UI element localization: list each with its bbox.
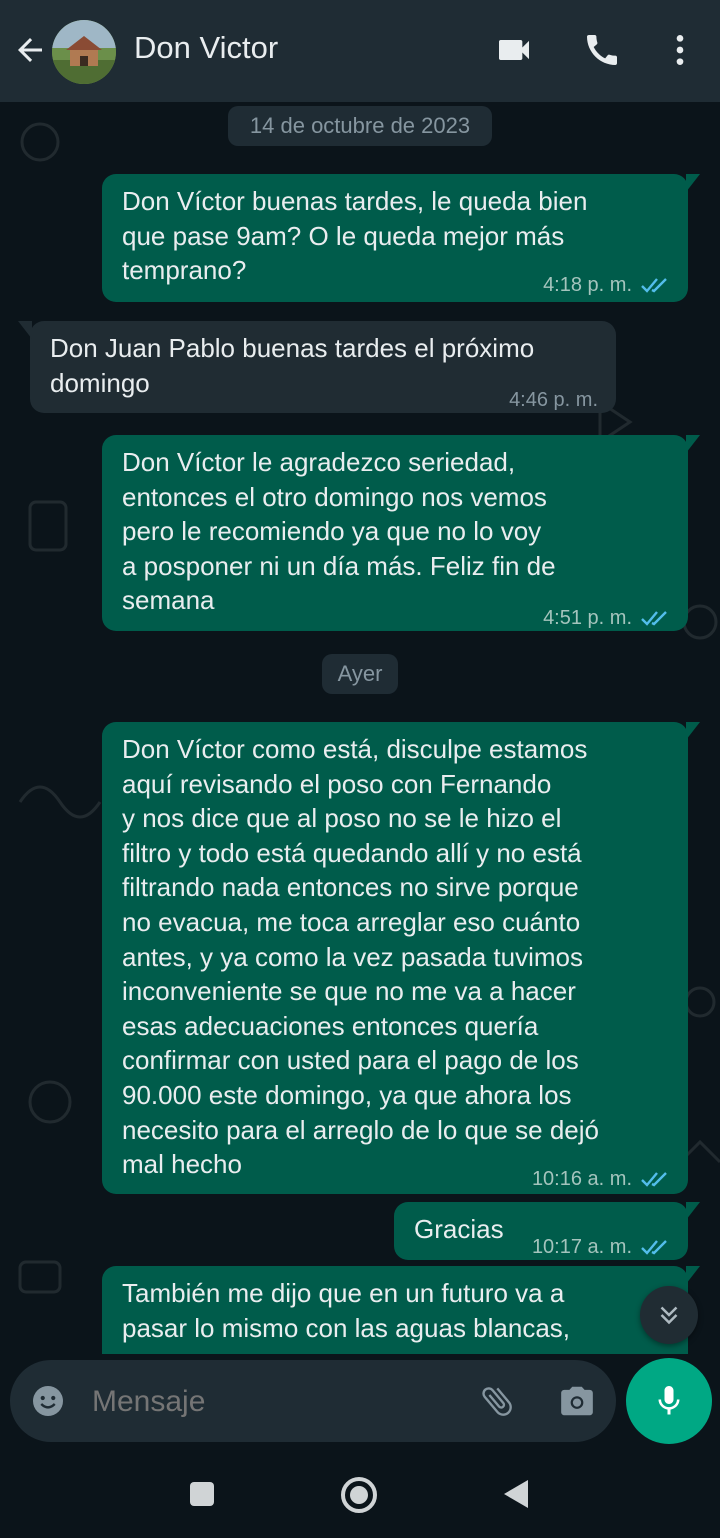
mic-icon (658, 1386, 680, 1415)
phone-icon[interactable] (582, 30, 622, 70)
message-time: 10:17 a. m. (531, 1236, 632, 1258)
date-divider: 14 de octubre de 2023 (228, 106, 492, 146)
more-vert-icon[interactable] (660, 30, 700, 70)
message-input[interactable] (90, 1376, 454, 1428)
back-arrow-icon[interactable] (12, 32, 48, 68)
recents-icon[interactable] (188, 1480, 216, 1508)
message-time: 4:46 p. m. (509, 389, 598, 411)
double-check-icon (641, 1240, 667, 1256)
video-call-icon[interactable] (494, 30, 534, 70)
back-nav-icon[interactable] (502, 1478, 530, 1510)
emoji-icon[interactable] (30, 1383, 66, 1419)
chat-area[interactable]: 14 de octubre de 2023 Don Víctor buenas … (0, 102, 720, 1354)
scroll-to-bottom-button[interactable] (640, 1286, 698, 1344)
bubble-tail (686, 435, 700, 453)
home-icon[interactable] (340, 1476, 378, 1514)
double-chevron-down-icon (660, 1306, 678, 1325)
message-outgoing[interactable]: Don Víctor buenas tardes, le queda bien … (102, 174, 700, 303)
message-meta: 10:16 a. m. (532, 1162, 670, 1197)
bubble-tail (686, 174, 700, 192)
message-time: 10:16 a. m. (531, 1168, 632, 1190)
message-meta: 4:51 p. m. (543, 601, 670, 636)
message-outgoing[interactable]: Don Víctor le agradezco seriedad, entonc… (102, 435, 700, 631)
voice-message-button[interactable] (626, 1358, 712, 1444)
message-meta: 4:46 p. m. (509, 383, 598, 418)
message-incoming[interactable]: Don Juan Pablo buenas tardes el próximo … (18, 321, 616, 413)
message-meta: 4:18 p. m. (543, 268, 670, 303)
message-composer (10, 1360, 616, 1442)
camera-icon[interactable] (558, 1382, 596, 1420)
bubble-tail (686, 722, 700, 740)
message-outgoing[interactable]: Gracias 10:17 a. m. (394, 1202, 700, 1260)
bubble-tail (18, 321, 32, 339)
double-check-icon (641, 611, 667, 627)
message-time: 4:18 p. m. (543, 274, 632, 296)
date-divider: Ayer (322, 654, 398, 694)
avatar-image (52, 20, 116, 84)
message-meta: 10:17 a. m. (532, 1230, 670, 1265)
message-text: Don Víctor como está, disculpe estamos a… (122, 734, 599, 1180)
double-check-icon (641, 1172, 667, 1188)
avatar[interactable] (52, 20, 116, 84)
message-time: 4:51 p. m. (543, 607, 632, 629)
message-text: También me dijo que en un futuro va a pa… (122, 1278, 571, 1343)
bubble-tail (686, 1266, 700, 1284)
message-text: Don Víctor le agradezco seriedad, entonc… (122, 447, 556, 616)
message-outgoing[interactable]: Don Víctor como está, disculpe estamos a… (102, 722, 700, 1197)
contact-name[interactable]: Don Victor (134, 30, 278, 66)
bubble-tail (686, 1202, 700, 1220)
attach-icon[interactable] (478, 1382, 516, 1420)
double-check-icon (641, 278, 667, 294)
message-outgoing[interactable]: También me dijo que en un futuro va a pa… (102, 1266, 700, 1354)
chat-header: Don Victor (0, 0, 720, 102)
system-nav-bar (0, 1452, 720, 1538)
